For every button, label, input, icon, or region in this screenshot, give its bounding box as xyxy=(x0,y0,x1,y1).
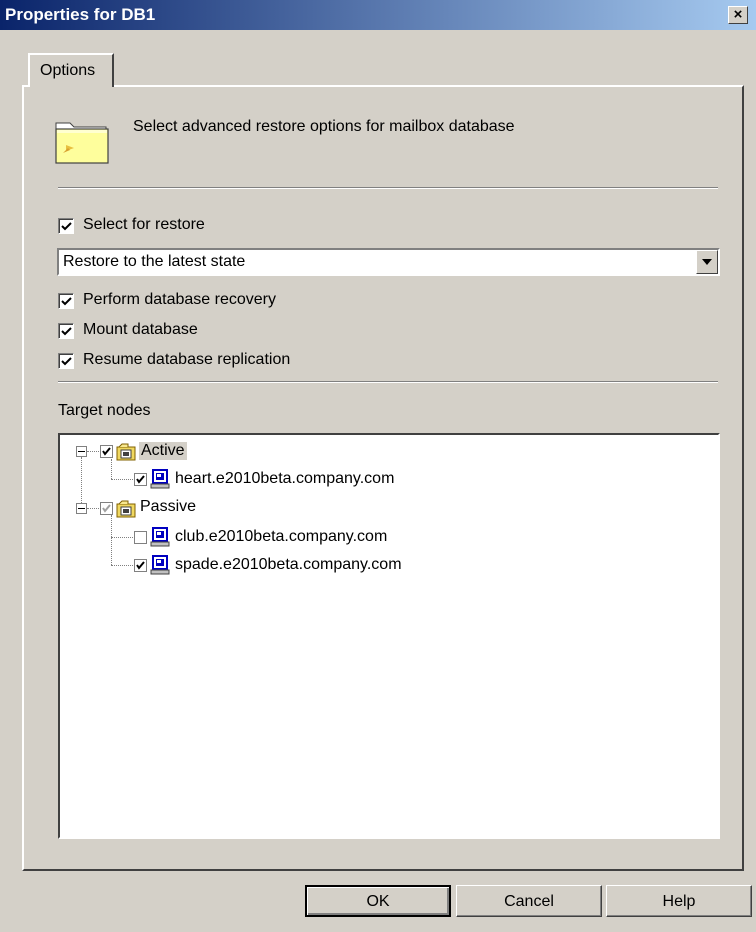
collapse-icon[interactable] xyxy=(76,503,87,514)
checkmark-icon xyxy=(102,504,111,513)
spade-node-checkbox[interactable] xyxy=(134,559,147,572)
target-nodes-label: Target nodes xyxy=(58,402,151,419)
tree-connector xyxy=(111,565,133,566)
chevron-down-icon xyxy=(702,259,712,265)
dropdown-arrow-button[interactable] xyxy=(696,250,718,274)
computer-icon xyxy=(150,555,170,575)
mount-database-label: Mount database xyxy=(83,321,198,338)
perform-recovery-label: Perform database recovery xyxy=(83,291,276,308)
tree-connector xyxy=(81,457,82,509)
tree-connector xyxy=(111,537,133,538)
tree-connector xyxy=(87,508,99,509)
checkmark-icon xyxy=(102,447,111,456)
computer-icon xyxy=(150,527,170,547)
restore-mode-dropdown[interactable]: Restore to the latest state xyxy=(57,248,720,276)
properties-dialog: Properties for DB1 × Options Select adva… xyxy=(0,0,756,932)
tab-options-label: Options xyxy=(40,62,96,79)
club-node-checkbox[interactable] xyxy=(134,531,147,544)
select-for-restore-checkbox[interactable] xyxy=(58,218,74,234)
tree-connector xyxy=(87,451,99,452)
help-button[interactable]: Help xyxy=(606,885,752,917)
checkmark-icon xyxy=(61,327,72,336)
passive-group-checkbox[interactable] xyxy=(100,502,113,515)
checkmark-icon xyxy=(136,475,145,484)
separator xyxy=(58,187,718,189)
passive-group-label[interactable]: Passive xyxy=(140,498,196,516)
resume-replication-checkbox[interactable] xyxy=(58,353,74,369)
active-group-checkbox[interactable] xyxy=(100,445,113,458)
checkmark-icon xyxy=(136,561,145,570)
resume-replication-label: Resume database replication xyxy=(83,351,291,368)
checkmark-icon xyxy=(61,357,72,366)
restore-mode-value: Restore to the latest state xyxy=(63,253,246,270)
header-description: Select advanced restore options for mail… xyxy=(133,118,515,135)
cancel-button[interactable]: Cancel xyxy=(456,885,602,917)
checkmark-icon xyxy=(61,297,72,306)
heart-node-checkbox[interactable] xyxy=(134,473,147,486)
server-group-icon xyxy=(116,500,136,518)
club-node-label[interactable]: club.e2010beta.company.com xyxy=(175,528,387,546)
title-bar[interactable]: Properties for DB1 × xyxy=(0,0,756,30)
ok-button[interactable]: OK xyxy=(305,885,451,917)
target-nodes-tree[interactable]: Active heart.e2010beta.company.com Passi… xyxy=(58,433,720,839)
collapse-icon[interactable] xyxy=(76,446,87,457)
computer-icon xyxy=(150,469,170,489)
active-group-label[interactable]: Active xyxy=(139,442,187,460)
separator xyxy=(58,381,718,383)
select-for-restore-label: Select for restore xyxy=(83,216,205,233)
spade-node-label[interactable]: spade.e2010beta.company.com xyxy=(175,556,402,574)
tree-connector xyxy=(111,459,112,479)
mount-database-checkbox[interactable] xyxy=(58,323,74,339)
close-button[interactable]: × xyxy=(728,6,748,24)
folder-icon xyxy=(55,122,109,164)
window-title: Properties for DB1 xyxy=(5,5,156,24)
tree-connector xyxy=(111,515,112,565)
checkmark-icon xyxy=(61,222,72,231)
perform-recovery-checkbox[interactable] xyxy=(58,293,74,309)
server-group-icon xyxy=(116,443,136,461)
tab-options[interactable]: Options xyxy=(28,53,114,87)
tree-connector xyxy=(111,479,133,480)
heart-node-label[interactable]: heart.e2010beta.company.com xyxy=(175,470,394,488)
